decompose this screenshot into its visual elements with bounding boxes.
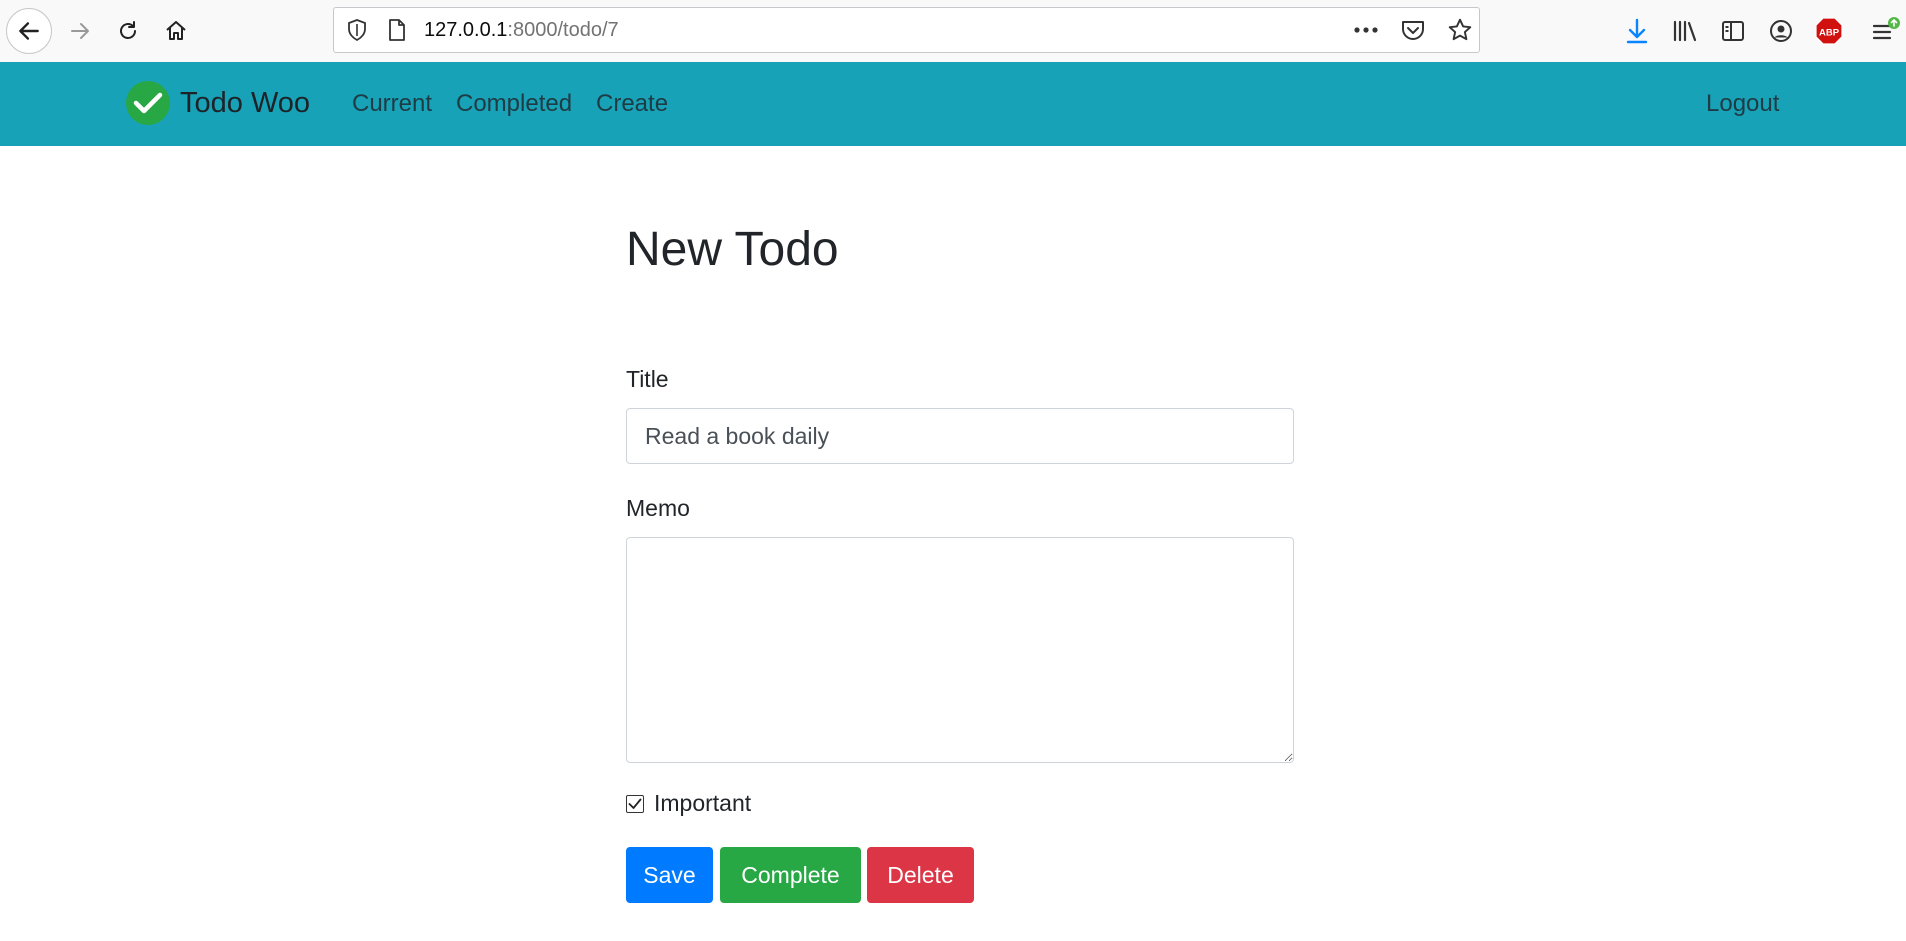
important-checkbox-row[interactable]: Important xyxy=(626,790,751,817)
url-host: 127.0.0.1 xyxy=(424,19,508,41)
memo-textarea[interactable] xyxy=(626,537,1294,763)
nav-link-create[interactable]: Create xyxy=(596,90,668,118)
page-title: New Todo xyxy=(626,223,839,276)
important-label: Important xyxy=(654,790,752,816)
title-label: Title xyxy=(626,366,669,392)
brand-link[interactable]: Todo Woo xyxy=(126,81,310,125)
nav-link-completed[interactable]: Completed xyxy=(456,90,572,118)
important-checkbox[interactable] xyxy=(626,794,644,813)
more-dots-icon[interactable] xyxy=(1353,17,1379,43)
url-path: :8000/todo/7 xyxy=(507,19,619,41)
home-icon[interactable] xyxy=(156,11,196,51)
forward-arrow-icon[interactable] xyxy=(60,11,100,51)
star-icon[interactable] xyxy=(1447,17,1473,43)
menu-icon[interactable] xyxy=(1866,11,1906,51)
download-icon[interactable] xyxy=(1617,11,1657,51)
complete-button[interactable]: Complete xyxy=(720,847,861,903)
shield-icon[interactable] xyxy=(344,17,370,43)
memo-label: Memo xyxy=(626,495,690,521)
save-button[interactable]: Save xyxy=(626,847,713,903)
app-navbar: Todo Woo Current Completed Create Logout xyxy=(0,62,1906,146)
page-icon xyxy=(384,17,410,43)
back-arrow-icon[interactable] xyxy=(6,8,52,54)
address-bar[interactable]: 127.0.0.1:8000/todo/7 xyxy=(333,7,1480,53)
reload-icon[interactable] xyxy=(108,11,148,51)
browser-toolbar: 127.0.0.1:8000/todo/7 ABP xyxy=(0,0,1906,63)
sidebar-icon[interactable] xyxy=(1713,11,1753,51)
account-icon[interactable] xyxy=(1761,11,1801,51)
adblock-label: ABP xyxy=(1819,28,1840,39)
checkmark-logo-icon xyxy=(126,81,170,125)
pocket-icon[interactable] xyxy=(1400,17,1426,43)
nav-link-logout[interactable]: Logout xyxy=(1706,90,1779,118)
brand-name: Todo Woo xyxy=(180,86,311,119)
adblock-icon[interactable]: ABP xyxy=(1809,11,1849,51)
nav-link-current[interactable]: Current xyxy=(352,90,432,118)
delete-button[interactable]: Delete xyxy=(867,847,974,903)
library-icon[interactable] xyxy=(1665,11,1705,51)
title-input[interactable] xyxy=(626,408,1294,464)
url-text[interactable]: 127.0.0.1:8000/todo/7 xyxy=(424,8,619,52)
